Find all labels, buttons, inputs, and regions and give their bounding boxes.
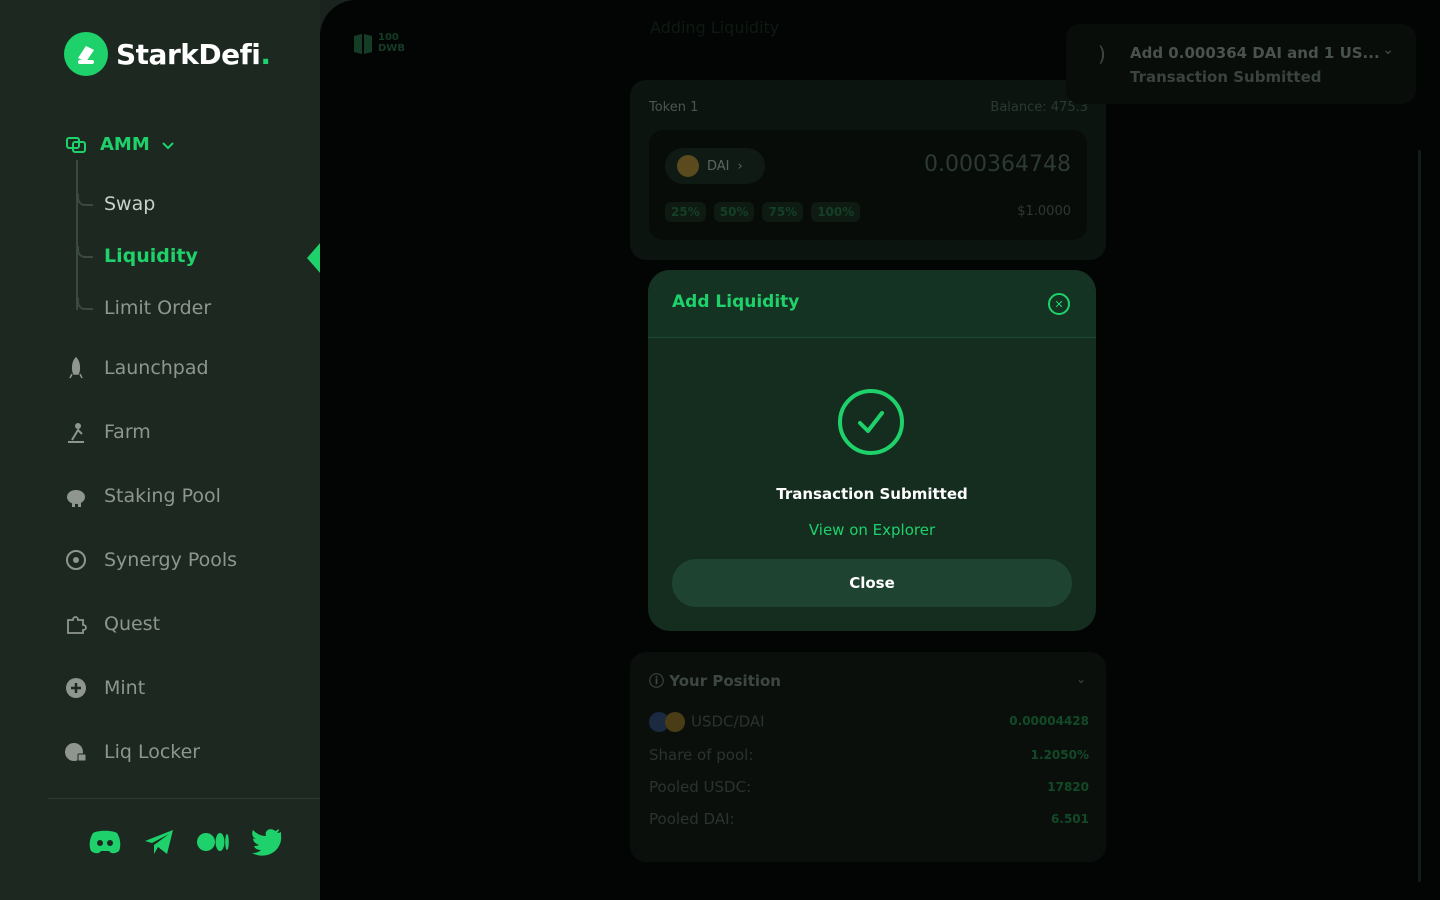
pct-50-button[interactable]: 50% bbox=[713, 202, 755, 222]
dai-coin-icon bbox=[665, 712, 685, 732]
share-label: Share of pool: bbox=[649, 746, 754, 764]
chevron-down-icon[interactable]: ⌄ bbox=[1382, 42, 1394, 58]
your-position-card: ⓘ Your Position ⌄ USDC/DAI 0.00004428 Sh… bbox=[630, 652, 1106, 862]
nav-synergy-label: Synergy Pools bbox=[104, 549, 238, 571]
close-button[interactable]: Close bbox=[672, 559, 1072, 607]
nav-farm[interactable]: Farm bbox=[64, 420, 151, 444]
position-title: Your Position bbox=[669, 672, 781, 690]
amount-input[interactable]: 0.000364748 bbox=[924, 152, 1071, 177]
pct-25-button[interactable]: 25% bbox=[665, 202, 706, 222]
modal-title: Add Liquidity bbox=[672, 292, 800, 312]
status-text: Transaction Submitted bbox=[776, 485, 968, 503]
nav-farm-label: Farm bbox=[104, 421, 151, 443]
twitter-icon[interactable] bbox=[250, 826, 284, 858]
badge-icon bbox=[354, 34, 372, 54]
pooled-usdc-label: Pooled USDC: bbox=[649, 778, 752, 796]
nav-swap[interactable]: Swap bbox=[104, 193, 155, 215]
rocket-icon bbox=[64, 356, 88, 380]
position-pair-row: USDC/DAI 0.00004428 bbox=[649, 712, 1089, 732]
active-indicator bbox=[307, 242, 321, 274]
nav-amm-label: AMM bbox=[100, 133, 150, 155]
tree-connector bbox=[77, 246, 93, 258]
top-badge-num: 100 bbox=[378, 32, 399, 43]
starkdefi-logo-icon bbox=[64, 32, 108, 76]
view-on-explorer-link[interactable]: View on Explorer bbox=[648, 521, 1096, 539]
pooled-usdc-row: Pooled USDC: 17820 bbox=[649, 778, 1089, 796]
piggy-bank-icon bbox=[64, 484, 88, 508]
info-icon: ⓘ bbox=[649, 672, 670, 690]
nav-limit-order[interactable]: Limit Order bbox=[104, 297, 211, 319]
nav-mint-label: Mint bbox=[104, 677, 146, 699]
chevron-right-icon: › bbox=[737, 158, 743, 174]
check-circle-icon bbox=[838, 389, 904, 455]
telegram-icon[interactable] bbox=[142, 826, 176, 858]
close-icon[interactable]: ✕ bbox=[1048, 293, 1070, 315]
nav-amm[interactable]: AMM bbox=[64, 132, 174, 156]
percent-buttons: 25% 50% 75% 100% bbox=[665, 202, 861, 222]
brand-dot: . bbox=[260, 37, 271, 71]
synergy-icon bbox=[64, 548, 88, 572]
top-badge: 100 DWB bbox=[352, 32, 405, 56]
tree-connector bbox=[77, 298, 93, 310]
share-value: 1.2050% bbox=[1030, 748, 1089, 762]
pooled-dai-row: Pooled DAI: 6.501 bbox=[649, 810, 1089, 828]
divider bbox=[48, 798, 320, 799]
pooled-usdc-value: 17820 bbox=[1047, 780, 1089, 794]
pooled-dai-label: Pooled DAI: bbox=[649, 810, 735, 828]
nav-liq-locker[interactable]: Liq Locker bbox=[64, 740, 200, 764]
nav-mint[interactable]: Mint bbox=[64, 676, 145, 700]
nav-locker-label: Liq Locker bbox=[104, 741, 201, 763]
top-badge-text: DWB bbox=[378, 43, 405, 54]
pair-name: USDC/DAI bbox=[691, 712, 765, 731]
nav-liquidity[interactable]: Liquidity bbox=[104, 245, 198, 267]
pooled-dai-value: 6.501 bbox=[1051, 812, 1089, 826]
toast-title: Add 0.000364 DAI and 1 US... bbox=[1130, 44, 1380, 62]
pair-value: 0.00004428 bbox=[1009, 714, 1089, 728]
nav-staking-pool[interactable]: Staking Pool bbox=[64, 484, 221, 508]
tree-connector bbox=[77, 194, 93, 206]
token-label: Token 1 bbox=[649, 100, 699, 115]
scrollbar[interactable] bbox=[1418, 150, 1421, 882]
nav-synergy-pools[interactable]: Synergy Pools bbox=[64, 548, 237, 572]
nav-launchpad[interactable]: Launchpad bbox=[64, 356, 209, 380]
sidebar: StarkDefi. AMM Swap Liquidity Limit Orde… bbox=[0, 0, 321, 900]
page-heading: Adding Liquidity bbox=[650, 18, 780, 37]
social-links bbox=[88, 826, 284, 858]
pct-75-button[interactable]: 75% bbox=[762, 202, 804, 222]
token-input-box: DAI › 0.000364748 25% 50% 75% 100% $1.00… bbox=[649, 130, 1087, 240]
chevron-down-icon bbox=[162, 134, 174, 155]
pct-100-button[interactable]: 100% bbox=[811, 202, 861, 222]
usd-value: $1.0000 bbox=[1017, 204, 1071, 219]
token-symbol: DAI bbox=[707, 158, 730, 174]
token-input-card: Token 1 Balance: 475.3 DAI › 0.000364748… bbox=[630, 80, 1106, 260]
transaction-toast[interactable]: ) Add 0.000364 DAI and 1 US... Transacti… bbox=[1066, 24, 1416, 104]
brand-logo[interactable]: StarkDefi. bbox=[64, 32, 271, 76]
farm-icon bbox=[64, 420, 88, 444]
nav-launchpad-label: Launchpad bbox=[104, 357, 209, 379]
discord-icon[interactable] bbox=[88, 826, 122, 858]
medium-icon[interactable] bbox=[196, 826, 230, 858]
chevron-down-icon[interactable]: ⌄ bbox=[1076, 672, 1086, 686]
lock-icon bbox=[64, 740, 88, 764]
amm-icon bbox=[64, 132, 88, 156]
nav-quest[interactable]: Quest bbox=[64, 612, 160, 636]
share-row: Share of pool: 1.2050% bbox=[649, 746, 1089, 764]
brand-name: StarkDefi bbox=[116, 37, 261, 71]
add-liquidity-modal: Add Liquidity ✕ Transaction Submitted Vi… bbox=[648, 270, 1096, 631]
dai-coin-icon bbox=[677, 155, 699, 177]
plus-circle-icon bbox=[64, 676, 88, 700]
nav-staking-label: Staking Pool bbox=[104, 485, 221, 507]
token-selector[interactable]: DAI › bbox=[665, 148, 765, 184]
tree-line bbox=[76, 160, 78, 310]
modal-header: Add Liquidity ✕ bbox=[648, 270, 1096, 338]
puzzle-icon bbox=[64, 612, 88, 636]
toast-subtitle: Transaction Submitted bbox=[1130, 68, 1322, 86]
spinner-icon: ) bbox=[1098, 42, 1106, 66]
nav-quest-label: Quest bbox=[104, 613, 161, 635]
